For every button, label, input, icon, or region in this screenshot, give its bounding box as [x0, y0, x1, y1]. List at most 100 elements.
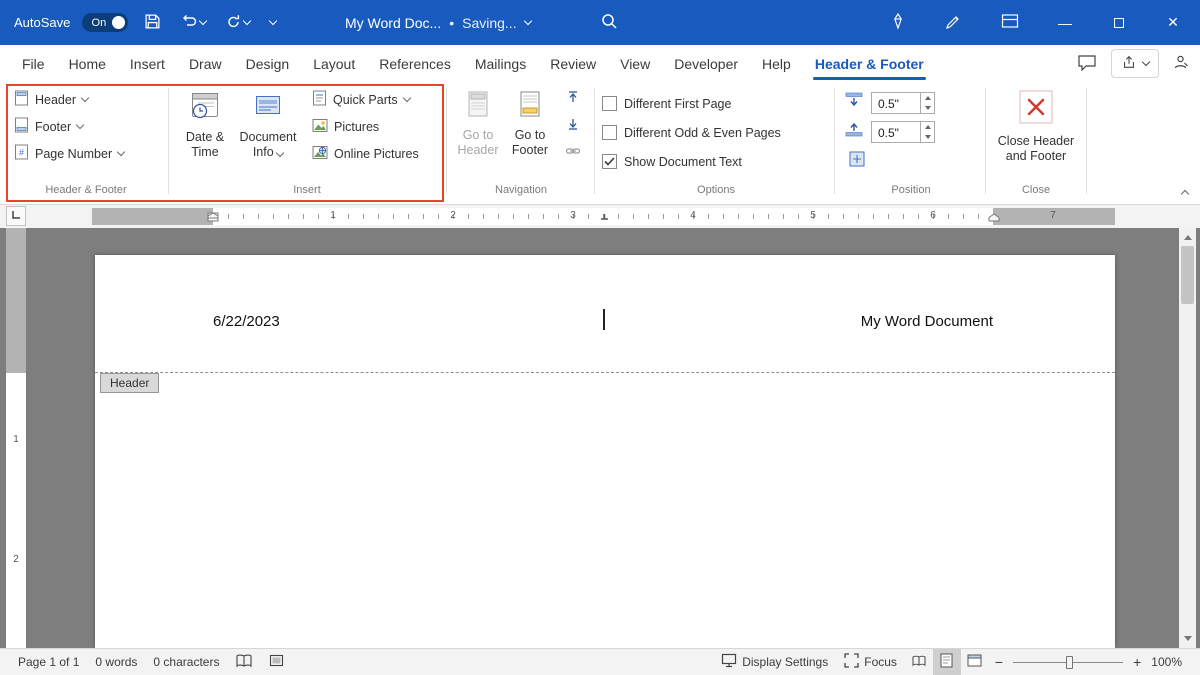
- title-bar: AutoSave On My Word Doc... • S: [0, 0, 1200, 45]
- close-icon: ✕: [1167, 14, 1179, 31]
- left-tab-icon: [11, 207, 21, 225]
- designer-button[interactable]: [870, 0, 926, 45]
- tab-insert[interactable]: Insert: [118, 45, 177, 82]
- save-icon: [144, 13, 161, 33]
- option-different-first-page[interactable]: Different First Page: [602, 89, 830, 118]
- quick-parts-button[interactable]: Quick Parts: [306, 86, 425, 113]
- focus-button[interactable]: Focus: [836, 649, 905, 675]
- zoom-slider[interactable]: [1013, 649, 1123, 675]
- alignment-tab-icon: [848, 150, 866, 171]
- previous-button[interactable]: [560, 86, 585, 111]
- header-title-text[interactable]: My Word Document: [861, 313, 993, 330]
- character-count[interactable]: 0 characters: [145, 649, 227, 675]
- editor-mode-button[interactable]: [1173, 54, 1190, 73]
- ruler-number: 7: [1050, 210, 1056, 221]
- tab-header-footer[interactable]: Header & Footer: [803, 45, 936, 82]
- zoom-in-button[interactable]: +: [1127, 654, 1147, 670]
- zoom-level[interactable]: 100%: [1147, 655, 1190, 669]
- group-separator: [985, 88, 986, 194]
- insert-alignment-tab-button[interactable]: [844, 148, 869, 173]
- search-button[interactable]: [600, 12, 618, 33]
- date-time-button[interactable]: Date & Time: [174, 86, 236, 161]
- read-mode-button[interactable]: [905, 649, 933, 675]
- close-header-footer-button[interactable]: Close Header and Footer: [990, 86, 1082, 165]
- page-info[interactable]: Page 1 of 1: [10, 649, 87, 675]
- footer-button[interactable]: Footer: [8, 113, 164, 140]
- redo-button[interactable]: [222, 10, 254, 36]
- spin-down-icon[interactable]: [921, 103, 934, 113]
- maximize-button[interactable]: [1092, 0, 1146, 45]
- left-indent-marker[interactable]: [207, 209, 219, 227]
- collapse-ribbon-button[interactable]: [1182, 185, 1188, 200]
- zoom-out-button[interactable]: −: [989, 654, 1009, 670]
- undo-button[interactable]: [177, 10, 210, 35]
- footer-from-bottom-row: 0.5": [840, 117, 982, 146]
- tab-draw[interactable]: Draw: [177, 45, 234, 82]
- vertical-scrollbar[interactable]: [1179, 228, 1196, 648]
- spin-up-icon[interactable]: [921, 93, 934, 103]
- document-page[interactable]: 6/22/2023 My Word Document Header: [95, 255, 1115, 648]
- tab-file[interactable]: File: [10, 45, 57, 82]
- next-button[interactable]: [560, 113, 585, 138]
- scroll-up-icon[interactable]: [1179, 230, 1196, 245]
- footer-icon: [14, 117, 29, 136]
- spin-down-icon[interactable]: [921, 132, 934, 142]
- pictures-button[interactable]: Pictures: [306, 113, 425, 140]
- online-pictures-button[interactable]: Online Pictures: [306, 140, 425, 167]
- tab-references[interactable]: References: [367, 45, 463, 82]
- tab-layout[interactable]: Layout: [301, 45, 367, 82]
- web-layout-button[interactable]: [961, 649, 989, 675]
- next-icon: [565, 116, 581, 135]
- editing-pen-button[interactable]: [926, 0, 982, 45]
- group-header-footer: Header Footer # Page Number Header & Foo…: [8, 86, 164, 198]
- tab-mailings[interactable]: Mailings: [463, 45, 538, 82]
- tab-view[interactable]: View: [608, 45, 662, 82]
- minimize-button[interactable]: —: [1038, 0, 1092, 45]
- link-to-previous-button[interactable]: [560, 140, 585, 165]
- chevron-down-icon: [1142, 58, 1150, 66]
- share-button[interactable]: [1111, 49, 1159, 78]
- vertical-ruler[interactable]: 1 2: [6, 228, 26, 648]
- tab-developer[interactable]: Developer: [662, 45, 750, 82]
- customize-toolbar-button[interactable]: [266, 17, 280, 28]
- right-indent-marker[interactable]: [988, 209, 1000, 227]
- autosave-toggle[interactable]: On: [82, 13, 128, 32]
- page-info-label: Page 1 of 1: [18, 655, 79, 669]
- close-window-button[interactable]: ✕: [1146, 0, 1200, 45]
- go-to-header-label: Go to Header: [452, 128, 504, 159]
- option-show-document-text[interactable]: Show Document Text: [602, 147, 830, 176]
- tab-design[interactable]: Design: [234, 45, 302, 82]
- zoom-thumb[interactable]: [1066, 656, 1073, 669]
- header-date-text[interactable]: 6/22/2023: [213, 313, 280, 330]
- group-label: Insert: [174, 184, 440, 196]
- option-label: Different Odd & Even Pages: [624, 126, 781, 140]
- tab-home[interactable]: Home: [57, 45, 118, 82]
- proofing-button[interactable]: [227, 649, 261, 675]
- word-count[interactable]: 0 words: [87, 649, 145, 675]
- group-navigation: Go to Header Go to Footer Navigation: [452, 86, 590, 198]
- header-button[interactable]: Header: [8, 86, 164, 113]
- header-from-top-input[interactable]: 0.5": [871, 92, 935, 114]
- go-to-header-button[interactable]: Go to Header: [452, 86, 504, 159]
- center-tab-marker[interactable]: [600, 208, 609, 226]
- footer-from-bottom-input[interactable]: 0.5": [871, 121, 935, 143]
- web-layout-icon: [967, 654, 982, 670]
- horizontal-ruler[interactable]: 1 2 3 4 5 6 7: [92, 208, 1115, 225]
- save-button[interactable]: [140, 9, 165, 37]
- macro-record-button[interactable]: [261, 649, 292, 675]
- comments-button[interactable]: [1077, 53, 1097, 74]
- document-info-button[interactable]: Document Info: [236, 86, 300, 161]
- page-number-button[interactable]: # Page Number: [8, 140, 164, 167]
- tab-stop-selector[interactable]: [6, 206, 26, 226]
- print-layout-button[interactable]: [933, 649, 961, 675]
- tab-help[interactable]: Help: [750, 45, 803, 82]
- ribbon-display-options-button[interactable]: [982, 0, 1038, 45]
- spin-up-icon[interactable]: [921, 122, 934, 132]
- scroll-down-icon[interactable]: [1179, 631, 1196, 646]
- scrollbar-thumb[interactable]: [1181, 246, 1194, 304]
- tab-review[interactable]: Review: [538, 45, 608, 82]
- option-different-odd-even[interactable]: Different Odd & Even Pages: [602, 118, 830, 147]
- document-title[interactable]: My Word Doc... • Saving...: [345, 0, 531, 45]
- go-to-footer-button[interactable]: Go to Footer: [504, 86, 556, 159]
- display-settings-button[interactable]: Display Settings: [713, 649, 836, 675]
